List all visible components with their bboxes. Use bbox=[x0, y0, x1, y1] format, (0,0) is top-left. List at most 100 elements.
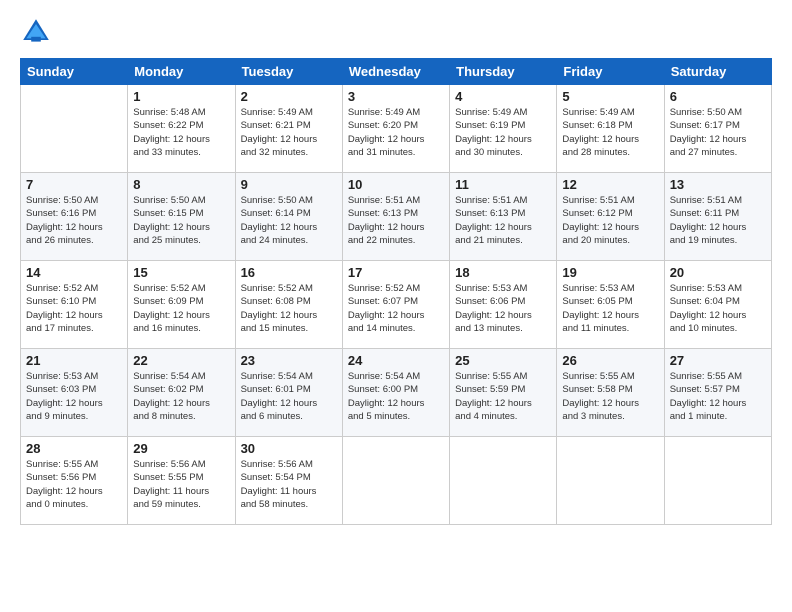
weekday-friday: Friday bbox=[557, 59, 664, 85]
calendar-cell: 25 Sunrise: 5:55 AM Sunset: 5:59 PM Dayli… bbox=[450, 349, 557, 437]
weekday-tuesday: Tuesday bbox=[235, 59, 342, 85]
calendar-cell: 3 Sunrise: 5:49 AM Sunset: 6:20 PM Daylig… bbox=[342, 85, 449, 173]
calendar-cell bbox=[342, 437, 449, 525]
day-info: Sunrise: 5:53 AM Sunset: 6:03 PM Dayligh… bbox=[26, 370, 122, 423]
day-info: Sunrise: 5:50 AM Sunset: 6:16 PM Dayligh… bbox=[26, 194, 122, 247]
calendar-cell: 12 Sunrise: 5:51 AM Sunset: 6:12 PM Dayli… bbox=[557, 173, 664, 261]
day-number: 3 bbox=[348, 89, 444, 104]
calendar-cell bbox=[557, 437, 664, 525]
day-info: Sunrise: 5:54 AM Sunset: 6:01 PM Dayligh… bbox=[241, 370, 337, 423]
weekday-sunday: Sunday bbox=[21, 59, 128, 85]
weekday-saturday: Saturday bbox=[664, 59, 771, 85]
day-number: 17 bbox=[348, 265, 444, 280]
calendar-table: SundayMondayTuesdayWednesdayThursdayFrid… bbox=[20, 58, 772, 525]
logo bbox=[20, 16, 56, 48]
day-number: 6 bbox=[670, 89, 766, 104]
day-info: Sunrise: 5:53 AM Sunset: 6:06 PM Dayligh… bbox=[455, 282, 551, 335]
calendar-cell: 4 Sunrise: 5:49 AM Sunset: 6:19 PM Daylig… bbox=[450, 85, 557, 173]
day-info: Sunrise: 5:50 AM Sunset: 6:17 PM Dayligh… bbox=[670, 106, 766, 159]
day-info: Sunrise: 5:55 AM Sunset: 5:57 PM Dayligh… bbox=[670, 370, 766, 423]
day-number: 21 bbox=[26, 353, 122, 368]
day-number: 5 bbox=[562, 89, 658, 104]
week-row-2: 14 Sunrise: 5:52 AM Sunset: 6:10 PM Dayli… bbox=[21, 261, 772, 349]
day-number: 12 bbox=[562, 177, 658, 192]
calendar-cell: 13 Sunrise: 5:51 AM Sunset: 6:11 PM Dayli… bbox=[664, 173, 771, 261]
calendar-cell: 9Sunrise: 5:50 AM Sunset: 6:14 PM Daylig… bbox=[235, 173, 342, 261]
day-number: 24 bbox=[348, 353, 444, 368]
day-info: Sunrise: 5:52 AM Sunset: 6:10 PM Dayligh… bbox=[26, 282, 122, 335]
day-number: 4 bbox=[455, 89, 551, 104]
day-info: Sunrise: 5:49 AM Sunset: 6:21 PM Dayligh… bbox=[241, 106, 337, 159]
day-number: 16 bbox=[241, 265, 337, 280]
week-row-1: 7 Sunrise: 5:50 AM Sunset: 6:16 PM Daylig… bbox=[21, 173, 772, 261]
calendar-cell: 14 Sunrise: 5:52 AM Sunset: 6:10 PM Dayli… bbox=[21, 261, 128, 349]
day-number: 23 bbox=[241, 353, 337, 368]
day-number: 29 bbox=[133, 441, 229, 456]
day-info: Sunrise: 5:49 AM Sunset: 6:20 PM Dayligh… bbox=[348, 106, 444, 159]
calendar-cell: 18 Sunrise: 5:53 AM Sunset: 6:06 PM Dayli… bbox=[450, 261, 557, 349]
day-number: 10 bbox=[348, 177, 444, 192]
weekday-thursday: Thursday bbox=[450, 59, 557, 85]
calendar-cell: 10 Sunrise: 5:51 AM Sunset: 6:13 PM Dayli… bbox=[342, 173, 449, 261]
day-number: 18 bbox=[455, 265, 551, 280]
calendar-cell: 23 Sunrise: 5:54 AM Sunset: 6:01 PM Dayli… bbox=[235, 349, 342, 437]
calendar-cell: 1 Sunrise: 5:48 AM Sunset: 6:22 PM Daylig… bbox=[128, 85, 235, 173]
page: SundayMondayTuesdayWednesdayThursdayFrid… bbox=[0, 0, 792, 612]
calendar-cell: 27 Sunrise: 5:55 AM Sunset: 5:57 PM Dayli… bbox=[664, 349, 771, 437]
weekday-monday: Monday bbox=[128, 59, 235, 85]
day-number: 26 bbox=[562, 353, 658, 368]
calendar-cell: 15Sunrise: 5:52 AM Sunset: 6:09 PM Dayli… bbox=[128, 261, 235, 349]
day-info: Sunrise: 5:51 AM Sunset: 6:11 PM Dayligh… bbox=[670, 194, 766, 247]
calendar-cell: 29Sunrise: 5:56 AM Sunset: 5:55 PM Dayli… bbox=[128, 437, 235, 525]
day-number: 14 bbox=[26, 265, 122, 280]
day-info: Sunrise: 5:55 AM Sunset: 5:56 PM Dayligh… bbox=[26, 458, 122, 511]
calendar-cell: 17 Sunrise: 5:52 AM Sunset: 6:07 PM Dayli… bbox=[342, 261, 449, 349]
calendar-cell: 30 Sunrise: 5:56 AM Sunset: 5:54 PM Dayli… bbox=[235, 437, 342, 525]
calendar-cell: 8 Sunrise: 5:50 AM Sunset: 6:15 PM Daylig… bbox=[128, 173, 235, 261]
day-number: 22 bbox=[133, 353, 229, 368]
week-row-3: 21 Sunrise: 5:53 AM Sunset: 6:03 PM Dayli… bbox=[21, 349, 772, 437]
calendar-cell: 22 Sunrise: 5:54 AM Sunset: 6:02 PM Dayli… bbox=[128, 349, 235, 437]
day-info: Sunrise: 5:49 AM Sunset: 6:19 PM Dayligh… bbox=[455, 106, 551, 159]
day-number: 7 bbox=[26, 177, 122, 192]
day-info: Sunrise: 5:48 AM Sunset: 6:22 PM Dayligh… bbox=[133, 106, 229, 159]
calendar-cell: 21 Sunrise: 5:53 AM Sunset: 6:03 PM Dayli… bbox=[21, 349, 128, 437]
day-info: Sunrise: 5:50 AM Sunset: 6:15 PM Dayligh… bbox=[133, 194, 229, 247]
day-number: 11 bbox=[455, 177, 551, 192]
day-info: Sunrise: 5:51 AM Sunset: 6:12 PM Dayligh… bbox=[562, 194, 658, 247]
day-number: 1 bbox=[133, 89, 229, 104]
calendar-cell: 24Sunrise: 5:54 AM Sunset: 6:00 PM Dayli… bbox=[342, 349, 449, 437]
day-number: 28 bbox=[26, 441, 122, 456]
day-info: Sunrise: 5:52 AM Sunset: 6:08 PM Dayligh… bbox=[241, 282, 337, 335]
week-row-4: 28 Sunrise: 5:55 AM Sunset: 5:56 PM Dayli… bbox=[21, 437, 772, 525]
day-number: 8 bbox=[133, 177, 229, 192]
calendar-cell: 16 Sunrise: 5:52 AM Sunset: 6:08 PM Dayli… bbox=[235, 261, 342, 349]
day-info: Sunrise: 5:55 AM Sunset: 5:59 PM Dayligh… bbox=[455, 370, 551, 423]
day-info: Sunrise: 5:49 AM Sunset: 6:18 PM Dayligh… bbox=[562, 106, 658, 159]
weekday-header-row: SundayMondayTuesdayWednesdayThursdayFrid… bbox=[21, 59, 772, 85]
calendar-cell bbox=[664, 437, 771, 525]
day-info: Sunrise: 5:54 AM Sunset: 6:02 PM Dayligh… bbox=[133, 370, 229, 423]
week-row-0: 1 Sunrise: 5:48 AM Sunset: 6:22 PM Daylig… bbox=[21, 85, 772, 173]
day-number: 13 bbox=[670, 177, 766, 192]
day-info: Sunrise: 5:55 AM Sunset: 5:58 PM Dayligh… bbox=[562, 370, 658, 423]
day-number: 9 bbox=[241, 177, 337, 192]
calendar-cell: 19Sunrise: 5:53 AM Sunset: 6:05 PM Dayli… bbox=[557, 261, 664, 349]
calendar-cell bbox=[450, 437, 557, 525]
day-number: 2 bbox=[241, 89, 337, 104]
calendar-cell: 20Sunrise: 5:53 AM Sunset: 6:04 PM Dayli… bbox=[664, 261, 771, 349]
day-info: Sunrise: 5:52 AM Sunset: 6:07 PM Dayligh… bbox=[348, 282, 444, 335]
day-info: Sunrise: 5:53 AM Sunset: 6:05 PM Dayligh… bbox=[562, 282, 658, 335]
day-info: Sunrise: 5:56 AM Sunset: 5:54 PM Dayligh… bbox=[241, 458, 337, 511]
day-info: Sunrise: 5:51 AM Sunset: 6:13 PM Dayligh… bbox=[348, 194, 444, 247]
header bbox=[20, 16, 772, 48]
day-number: 30 bbox=[241, 441, 337, 456]
day-number: 25 bbox=[455, 353, 551, 368]
calendar-cell: 7 Sunrise: 5:50 AM Sunset: 6:16 PM Daylig… bbox=[21, 173, 128, 261]
calendar-cell: 2 Sunrise: 5:49 AM Sunset: 6:21 PM Daylig… bbox=[235, 85, 342, 173]
calendar-cell bbox=[21, 85, 128, 173]
calendar-cell: 5 Sunrise: 5:49 AM Sunset: 6:18 PM Daylig… bbox=[557, 85, 664, 173]
day-number: 27 bbox=[670, 353, 766, 368]
day-info: Sunrise: 5:53 AM Sunset: 6:04 PM Dayligh… bbox=[670, 282, 766, 335]
calendar-cell: 6 Sunrise: 5:50 AM Sunset: 6:17 PM Daylig… bbox=[664, 85, 771, 173]
